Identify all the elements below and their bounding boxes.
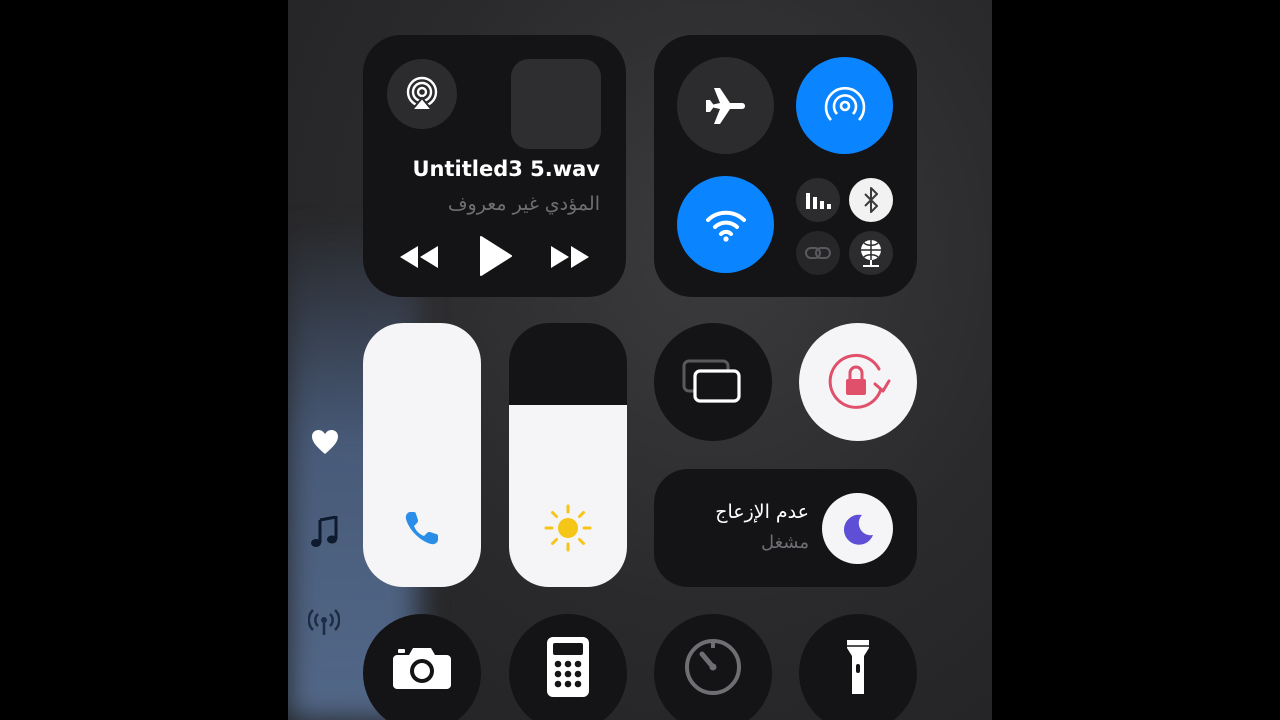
broadcast-icon[interactable] xyxy=(306,605,342,639)
fast-forward-icon xyxy=(551,246,589,268)
focus-status: مشغل xyxy=(760,532,809,553)
moon-button[interactable] xyxy=(822,493,893,564)
track-artist: المؤدي غير معروف xyxy=(447,193,600,215)
cellular-data-button[interactable] xyxy=(796,178,840,222)
bluetooth-button[interactable] xyxy=(849,178,893,222)
focus-title: عدم الإزعاج xyxy=(715,501,809,523)
airdrop-icon xyxy=(824,86,865,121)
fast-forward-button[interactable] xyxy=(546,237,594,277)
hotspot-link-icon xyxy=(805,247,831,259)
play-icon xyxy=(480,236,512,276)
brightness-slider-fill xyxy=(509,405,627,587)
track-title: Untitled3 5.wav xyxy=(412,157,600,181)
volume-slider[interactable] xyxy=(363,323,481,587)
airdrop-button[interactable] xyxy=(796,57,893,154)
flashlight-button[interactable] xyxy=(799,614,917,720)
now-playing-tile[interactable]: Untitled3 5.wav المؤدي غير معروف xyxy=(363,35,626,297)
orientation-lock-icon xyxy=(828,353,891,409)
orientation-lock-button[interactable] xyxy=(799,323,917,441)
flashlight-icon xyxy=(847,640,869,694)
album-artwork xyxy=(511,59,601,149)
airplane-icon xyxy=(705,87,745,124)
screen-mirroring-icon xyxy=(682,359,741,403)
camera-button[interactable] xyxy=(363,614,481,720)
wifi-icon xyxy=(705,210,746,242)
airplay-icon[interactable] xyxy=(387,59,457,129)
rewind-icon xyxy=(400,246,438,268)
moon-icon xyxy=(843,514,873,545)
calculator-button[interactable] xyxy=(509,614,627,720)
camera-icon xyxy=(393,648,451,689)
brightness-slider[interactable] xyxy=(509,323,627,587)
play-button[interactable] xyxy=(473,231,517,281)
connectivity-tile xyxy=(654,35,917,297)
wifi-button[interactable] xyxy=(677,176,774,273)
vpn-button[interactable] xyxy=(849,231,893,275)
globe-network-icon xyxy=(861,240,881,267)
rewind-button[interactable] xyxy=(395,237,443,277)
cellular-signal-icon xyxy=(806,193,831,209)
screen-mirroring-button[interactable] xyxy=(654,323,772,441)
personal-hotspot-button[interactable] xyxy=(796,231,840,275)
timer-button[interactable] xyxy=(654,614,772,720)
phone-icon xyxy=(399,505,445,551)
timer-icon xyxy=(685,639,741,695)
calculator-icon xyxy=(547,637,589,697)
heart-icon[interactable] xyxy=(308,425,342,459)
airplane-mode-button[interactable] xyxy=(677,57,774,154)
sun-icon xyxy=(542,502,594,554)
music-note-icon[interactable] xyxy=(306,513,342,551)
control-center: Untitled3 5.wav المؤدي غير معروف عدم الإ… xyxy=(288,0,992,720)
bluetooth-icon xyxy=(864,187,878,213)
focus-tile[interactable]: عدم الإزعاج مشغل xyxy=(654,469,917,587)
